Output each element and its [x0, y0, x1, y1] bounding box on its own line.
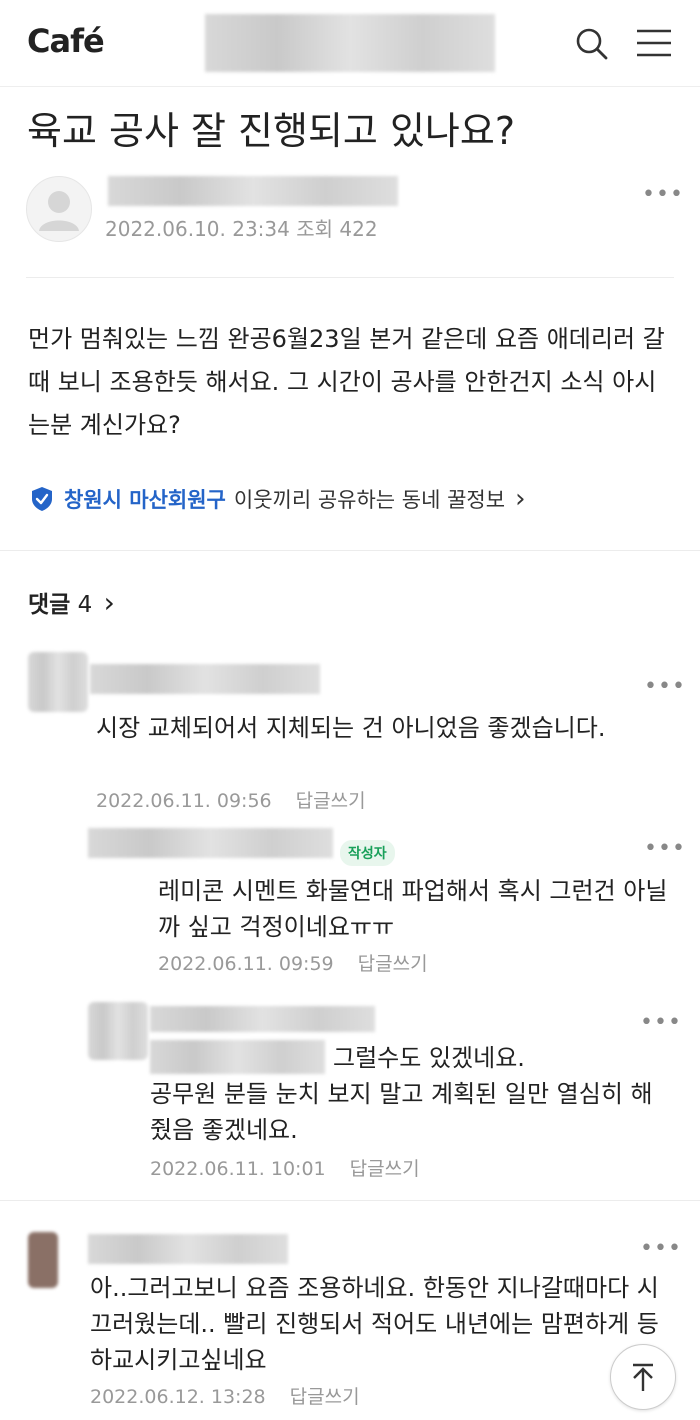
- hamburger-menu-icon: [637, 29, 671, 57]
- comments-header[interactable]: 댓글 4 ›: [28, 585, 115, 619]
- blurred-commenter-name: [88, 828, 333, 858]
- section-divider: [0, 550, 700, 551]
- blurred-cafe-name: [205, 14, 495, 72]
- region-link[interactable]: 창원시 마산회원구 이웃끼리 공유하는 동네 꿀정보 ›: [28, 484, 525, 514]
- author-badge: 작성자: [340, 840, 395, 866]
- chevron-right-icon: ›: [103, 586, 115, 619]
- cafe-logo[interactable]: Café: [27, 22, 105, 60]
- blurred-commenter-name: [90, 664, 320, 694]
- comments-label: 댓글: [28, 592, 71, 618]
- post-title: 육교 공사 잘 진행되고 있나요?: [27, 109, 516, 153]
- scroll-to-top-button[interactable]: [610, 1344, 676, 1410]
- post-meta: 2022.06.10. 23:34 조회 422: [105, 213, 378, 242]
- menu-button[interactable]: [634, 24, 674, 64]
- commenter-avatar[interactable]: [28, 652, 88, 712]
- reply-button[interactable]: 답글쓰기: [358, 953, 428, 975]
- divider: [26, 277, 674, 278]
- commenter-avatar[interactable]: [88, 1002, 148, 1060]
- blurred-mention: [150, 1040, 325, 1074]
- default-avatar-icon: [39, 191, 79, 231]
- comment-date: 2022.06.11. 09:56: [96, 790, 272, 812]
- comment-text: 시장 교체되어서 지체되는 건 아니었음 좋겠습니다.: [96, 714, 606, 742]
- commenter-avatar[interactable]: [28, 1232, 58, 1288]
- search-icon: [576, 28, 608, 60]
- comment-text: 공무원 분들 눈치 보지 말고 계획된 일만 열심히 해줬음 좋겠네요.: [150, 1080, 653, 1144]
- reply-button[interactable]: 답글쓰기: [290, 1386, 360, 1408]
- post-more-button[interactable]: •••: [642, 182, 684, 207]
- comment-more-button[interactable]: •••: [644, 836, 686, 861]
- comment-date: 2022.06.11. 09:59: [158, 953, 334, 975]
- comment-text-first-line: 그럴수도 있겠네요.: [333, 1044, 525, 1072]
- blurred-commenter-name: [88, 1234, 288, 1264]
- comment-meta: 2022.06.11. 09:59 답글쓰기: [158, 949, 428, 976]
- views-count: 422: [339, 217, 378, 241]
- comment-meta: 2022.06.11. 10:01 답글쓰기: [150, 1154, 420, 1181]
- top-header: Café: [0, 0, 700, 87]
- blurred-commenter-name: [150, 1006, 375, 1032]
- comment-meta: 2022.06.11. 09:56 답글쓰기: [96, 786, 366, 813]
- arrow-up-icon: [633, 1363, 653, 1391]
- comment-text: 아..그러고보니 요즘 조용하네요. 한동안 지나갈때마다 시끄러웠는데.. 빨…: [90, 1274, 659, 1374]
- comment-date: 2022.06.11. 10:01: [150, 1158, 326, 1180]
- comment-text: 레미콘 시멘트 화물연대 파업해서 혹시 그런건 아닐까 싶고 걱정이네요ㅠㅠ: [158, 877, 668, 941]
- post-body: 먼가 멈춰있는 느낌 완공6월23일 본거 같은데 요즘 애데리러 갈때 보니 …: [28, 325, 665, 439]
- chevron-right-icon: ›: [515, 484, 526, 514]
- divider: [0, 1200, 700, 1201]
- comment-more-button[interactable]: •••: [640, 1236, 682, 1261]
- views-label: 조회: [296, 217, 334, 241]
- region-desc: 이웃끼리 공유하는 동네 꿀정보: [233, 488, 506, 512]
- post-date: 2022.06.10. 23:34: [105, 217, 290, 241]
- comment-more-button[interactable]: •••: [640, 1010, 682, 1035]
- comment-more-button[interactable]: •••: [644, 674, 686, 699]
- search-button[interactable]: [572, 24, 612, 64]
- comment-date: 2022.06.12. 13:28: [90, 1386, 266, 1408]
- comments-count: 4: [77, 592, 93, 618]
- author-avatar[interactable]: [26, 176, 92, 242]
- region-name: 창원시 마산회원구: [64, 488, 226, 512]
- verified-badge-icon: [32, 487, 52, 511]
- reply-button[interactable]: 답글쓰기: [350, 1158, 420, 1180]
- comment-meta: 2022.06.12. 13:28 답글쓰기: [90, 1382, 360, 1409]
- blurred-author-name: [108, 176, 398, 206]
- reply-button[interactable]: 답글쓰기: [296, 790, 366, 812]
